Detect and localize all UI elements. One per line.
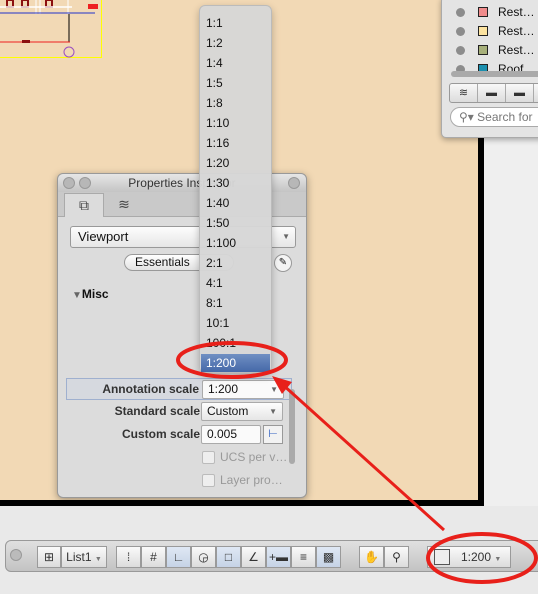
folder-icon[interactable]: ▬ — [478, 84, 506, 102]
layer-name: Rest… — [498, 5, 535, 19]
paper-margin — [484, 138, 538, 506]
layer-name: Rest… — [498, 24, 535, 38]
polar-tracking-icon[interactable]: ◶ — [191, 546, 216, 568]
object-snap-icon[interactable]: □ — [216, 546, 241, 568]
visibility-icon[interactable] — [456, 7, 465, 17]
snap-grid-icon[interactable]: # — [141, 546, 166, 568]
layer-states-icon[interactable]: ≋ — [450, 84, 478, 102]
layer-name: Rest… — [498, 43, 535, 57]
scale-option[interactable]: 1:8 — [201, 94, 270, 112]
ucs-per-viewport-checkbox[interactable]: UCS per v… — [202, 450, 287, 464]
scale-dropdown-menu: 1:1 1:2 1:4 1:5 1:8 1:10 1:16 1:20 1:30 1:40 1:50 1… — [199, 5, 272, 373]
grid-display-icon[interactable]: ⁞ — [116, 546, 141, 568]
visibility-icon[interactable] — [456, 45, 465, 55]
pan-hand-icon[interactable]: ✋ — [359, 546, 384, 568]
scale-option[interactable]: 1:2 — [201, 34, 270, 52]
scale-option[interactable]: 1:200 — [201, 354, 270, 372]
layer-color-swatch — [478, 7, 488, 17]
scale-option[interactable]: 1:4 — [201, 54, 270, 72]
new-group-folder-icon[interactable]: ▬ — [506, 84, 534, 102]
layer-color-swatch — [478, 45, 488, 55]
layer-search-input[interactable]: ⚲▾ Search for — [450, 107, 538, 127]
paper-border-bottom — [0, 500, 484, 506]
zoom-button[interactable] — [288, 177, 300, 189]
chevron-down-icon: ▼ — [282, 232, 290, 241]
layer-toolbar: ≋ ▬ ▬ — [449, 83, 538, 103]
vertical-scrollbar[interactable] — [289, 389, 295, 464]
scale-option[interactable]: 10:1 — [201, 314, 270, 332]
scale-option[interactable]: 1:100 — [201, 234, 270, 252]
visibility-icon[interactable] — [456, 26, 465, 36]
layers-icon: ≋ — [118, 196, 130, 212]
layer-property-checkbox[interactable]: Layer pro… — [202, 473, 283, 487]
custom-scale-label: Custom scale — [121, 427, 200, 441]
layers-panel: Rest… Rest… Rest… Roof ≋ ▬ ▬ ⚲▾ Search f… — [441, 0, 538, 138]
scale-option[interactable]: 8:1 — [201, 294, 270, 312]
object-icon: ⧉ — [79, 197, 89, 213]
scale-option[interactable]: 2:1 — [201, 254, 270, 272]
scale-option[interactable]: 1:30 — [201, 174, 270, 192]
horizontal-scrollbar[interactable] — [451, 71, 538, 77]
search-icon: ⚲▾ — [459, 110, 478, 124]
standard-scale-select[interactable]: Custom ▼ — [201, 402, 283, 421]
section-header-misc[interactable]: ▼Misc — [72, 287, 109, 301]
viewport-scale-select[interactable]: 1:200 ▼ — [427, 546, 511, 568]
custom-scale-input[interactable]: 0.005 — [201, 425, 261, 444]
transparency-icon[interactable]: ▩ — [316, 546, 341, 568]
layer-row[interactable]: Rest… — [456, 3, 535, 21]
standard-scale-row: Standard scale Custom ▼ — [66, 401, 292, 423]
scale-option[interactable]: 1:40 — [201, 194, 270, 212]
layout-list-select[interactable]: List1 ▼ — [61, 546, 107, 568]
scale-option[interactable]: 1:16 — [201, 134, 270, 152]
scale-option[interactable]: 100:1 — [201, 334, 270, 352]
dynamic-input-icon[interactable]: +▬ — [266, 546, 291, 568]
layer-color-swatch — [478, 26, 488, 36]
status-bar: ⊞ List1 ▼ ⁞ # ∟ ◶ □ ∠ +▬ ≡ ▩ ✋ ⚲ 1:200 ▼ — [5, 540, 538, 572]
annotation-scale-row[interactable]: Annotation scale 1:200 ▼ — [66, 378, 292, 400]
standard-scale-label: Standard scale — [114, 404, 200, 418]
dynamic-ucs-icon[interactable]: ∠ — [241, 546, 266, 568]
custom-scale-row: Custom scale 0.005 ⊢ — [66, 424, 292, 446]
tab-object-properties[interactable]: ⧉ — [64, 193, 104, 217]
scale-option[interactable]: 1:10 — [201, 114, 270, 132]
layout-grid-icon[interactable]: ⊞ — [37, 546, 61, 568]
zoom-magnifier-icon[interactable]: ⚲ — [384, 546, 409, 568]
tab-layers[interactable]: ≋ — [104, 193, 144, 217]
layer-row[interactable]: Rest… — [456, 22, 535, 40]
scale-option[interactable]: 1:1 — [201, 14, 270, 32]
layer-row[interactable]: Rest… — [456, 41, 535, 59]
ortho-icon[interactable]: ∟ — [166, 546, 191, 568]
status-bar-handle[interactable] — [10, 549, 22, 561]
annotation-scale-select[interactable]: 1:200 ▼ — [202, 380, 284, 399]
eyedropper-icon[interactable]: ✎ — [274, 254, 292, 272]
close-button[interactable] — [63, 177, 75, 189]
scale-option[interactable]: 1:50 — [201, 214, 270, 232]
viewport-icon — [434, 549, 450, 565]
minimize-button[interactable] — [79, 177, 91, 189]
scale-option[interactable]: 1:5 — [201, 74, 270, 92]
scale-option[interactable]: 1:20 — [201, 154, 270, 172]
drawing-fragment — [0, 0, 102, 58]
pick-scale-icon[interactable]: ⊢ — [263, 425, 283, 444]
lineweight-icon[interactable]: ≡ — [291, 546, 316, 568]
scale-option[interactable]: 4:1 — [201, 274, 270, 292]
annotation-scale-label: Annotation scale — [102, 382, 199, 396]
